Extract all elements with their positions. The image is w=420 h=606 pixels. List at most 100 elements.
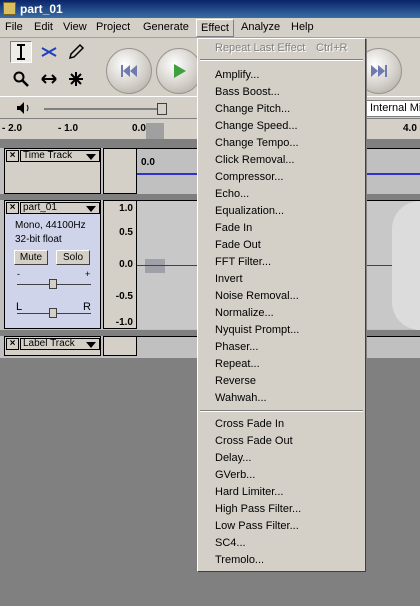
window-title: part_01 — [20, 2, 63, 16]
menu-item-amplify[interactable]: Amplify... — [215, 69, 259, 81]
solo-button[interactable]: Solo — [56, 250, 90, 265]
audio-vertical-ruler: 1.0 0.5 0.0 -0.5 -1.0 — [103, 200, 137, 329]
menu-item-phaser[interactable]: Phaser... — [215, 341, 258, 353]
audio-track-menu[interactable]: part_01 — [20, 202, 100, 214]
scale-label: -1.0 — [115, 317, 133, 328]
menu-item-fade-out[interactable]: Fade Out — [215, 239, 261, 251]
menu-item-equalization[interactable]: Equalization... — [215, 205, 284, 217]
menu-item-fft-filter[interactable]: FFT Filter... — [215, 256, 271, 268]
skip-to-start-icon — [121, 65, 137, 77]
close-track-button[interactable]: × — [6, 338, 19, 350]
pan-slider-thumb[interactable] — [49, 308, 57, 318]
scale-label: 0.0 — [119, 259, 133, 270]
close-track-button[interactable]: × — [6, 150, 19, 162]
menu-help[interactable]: Help — [291, 21, 314, 33]
time-track-ruler — [103, 148, 137, 194]
menu-item-repeat[interactable]: Repeat... — [215, 358, 260, 370]
play-position-marker — [146, 123, 164, 139]
app-icon — [3, 2, 16, 15]
menu-item-bass-boost[interactable]: Bass Boost... — [215, 86, 280, 98]
volume-slider-thumb[interactable] — [157, 103, 167, 115]
play-icon — [174, 64, 186, 78]
speaker-icon — [17, 102, 29, 114]
menu-item-sc4[interactable]: SC4... — [215, 537, 246, 549]
waveform-clip-edge — [392, 201, 420, 330]
envelope-icon[interactable] — [38, 41, 60, 63]
label-track-ruler — [103, 336, 137, 356]
menu-effect[interactable]: Effect — [196, 19, 234, 37]
gain-minus-label: - — [17, 269, 20, 279]
input-device-select[interactable]: Internal Mi — [366, 100, 420, 117]
chevron-down-icon — [86, 154, 96, 160]
menu-item-fade-in[interactable]: Fade In — [215, 222, 252, 234]
menu-item-low-pass-filter[interactable]: Low Pass Filter... — [215, 520, 299, 532]
label-track-menu[interactable]: Label Track — [20, 338, 100, 350]
menu-item-wahwah[interactable]: Wahwah... — [215, 392, 267, 404]
menu-item-change-speed[interactable]: Change Speed... — [215, 120, 298, 132]
menu-item-invert[interactable]: Invert — [215, 273, 243, 285]
chevron-down-icon — [86, 342, 96, 348]
audio-track-panel[interactable]: × part_01 Mono, 44100Hz 32-bit float Mut… — [4, 200, 101, 329]
gain-plus-label: + — [85, 269, 91, 279]
menu-item-delay[interactable]: Delay... — [215, 452, 251, 464]
chevron-down-icon — [86, 206, 96, 212]
label-track-panel: × Label Track — [4, 336, 101, 356]
menu-analyze[interactable]: Analyze — [241, 21, 280, 33]
multi-tool-icon[interactable] — [65, 68, 87, 90]
scale-label: 1.0 — [119, 203, 133, 214]
track-bitdepth-info: 32-bit float — [15, 234, 62, 245]
close-track-button[interactable]: × — [6, 202, 19, 214]
ruler-tick: 0.0 — [132, 123, 146, 134]
pencil-draw-icon[interactable] — [65, 41, 87, 63]
effect-menu-dropdown: Repeat Last Effect Ctrl+R Amplify... Bas… — [197, 38, 366, 572]
menu-file[interactable]: File — [5, 21, 23, 33]
menu-separator — [200, 410, 363, 412]
title-bar[interactable]: part_01 — [0, 0, 420, 18]
skip-to-end-icon — [371, 65, 387, 77]
ruler-tick: - 1.0 — [58, 123, 79, 134]
menu-item-click-removal[interactable]: Click Removal... — [215, 154, 294, 166]
pan-right-label: R — [83, 301, 91, 313]
menu-bar: File Edit View Project Generate Effect A… — [0, 18, 420, 38]
mute-button[interactable]: Mute — [14, 250, 48, 265]
time-shift-icon[interactable] — [38, 68, 60, 90]
menu-item-nyquist-prompt[interactable]: Nyquist Prompt... — [215, 324, 299, 336]
menu-separator — [200, 59, 363, 61]
menu-item-normalize[interactable]: Normalize... — [215, 307, 274, 319]
menu-item-noise-removal[interactable]: Noise Removal... — [215, 290, 299, 302]
time-track-scale-label: 0.0 — [141, 157, 155, 168]
menu-item-cross-fade-in[interactable]: Cross Fade In — [215, 418, 284, 430]
zoom-icon[interactable] — [10, 68, 32, 90]
volume-slider[interactable] — [44, 108, 164, 110]
menu-item-change-pitch[interactable]: Change Pitch... — [215, 103, 290, 115]
menu-item-echo[interactable]: Echo... — [215, 188, 249, 200]
shortcut-label: Ctrl+R — [316, 42, 348, 54]
menu-item-repeat-last-effect[interactable]: Repeat Last Effect — [215, 42, 305, 54]
track-name-label: part_01 — [23, 202, 57, 213]
menu-item-cross-fade-out[interactable]: Cross Fade Out — [215, 435, 293, 447]
selection-region — [145, 259, 165, 273]
track-name-label: Label Track — [23, 338, 75, 349]
menu-item-compressor[interactable]: Compressor... — [215, 171, 283, 183]
menu-generate[interactable]: Generate — [143, 21, 189, 33]
ruler-tick: - 2.0 — [2, 123, 23, 134]
menu-item-gverb[interactable]: GVerb... — [215, 469, 255, 481]
menu-item-reverse[interactable]: Reverse — [215, 375, 256, 387]
menu-item-change-tempo[interactable]: Change Tempo... — [215, 137, 299, 149]
track-name-label: Time Track — [23, 150, 73, 161]
skip-to-start-button[interactable] — [106, 48, 152, 94]
menu-view[interactable]: View — [63, 21, 87, 33]
scale-label: 0.5 — [119, 227, 133, 238]
play-button[interactable] — [156, 48, 202, 94]
time-track-panel: × Time Track — [4, 148, 101, 194]
ibeam-select-icon[interactable] — [10, 41, 32, 63]
track-format-info: Mono, 44100Hz — [15, 220, 86, 231]
menu-item-tremolo[interactable]: Tremolo... — [215, 554, 264, 566]
menu-item-high-pass-filter[interactable]: High Pass Filter... — [215, 503, 301, 515]
gain-slider-thumb[interactable] — [49, 279, 57, 289]
menu-edit[interactable]: Edit — [34, 21, 53, 33]
time-track-menu[interactable]: Time Track — [20, 150, 100, 162]
menu-project[interactable]: Project — [96, 21, 130, 33]
menu-item-hard-limiter[interactable]: Hard Limiter... — [215, 486, 283, 498]
ruler-tick: 4.0 — [403, 123, 417, 134]
